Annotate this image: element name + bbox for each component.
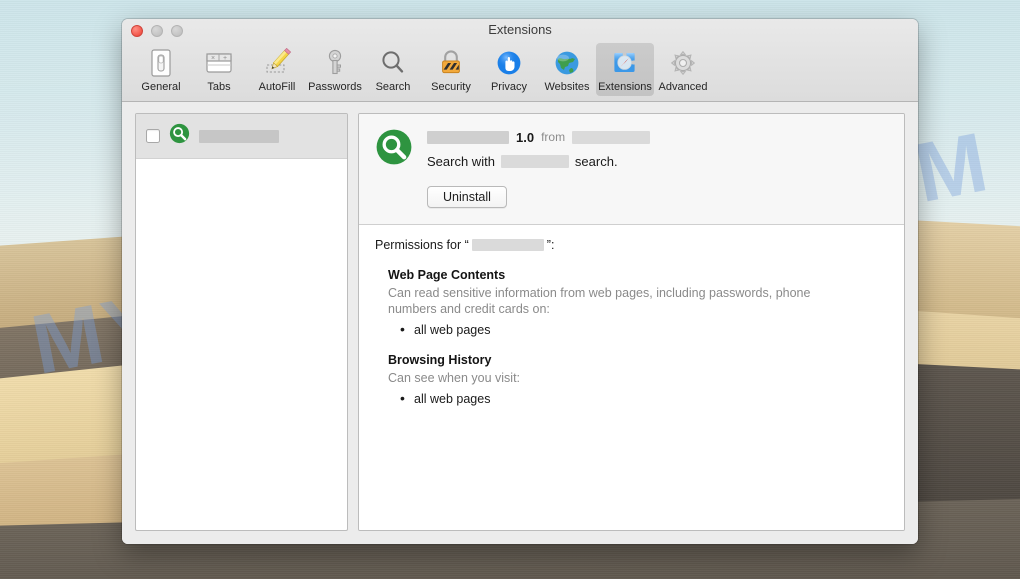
- toolbar-label-privacy: Privacy: [481, 81, 537, 93]
- permission-group-web-page-contents: Web Page Contents Can read sensitive inf…: [388, 268, 888, 339]
- extension-description-redacted: [501, 155, 569, 168]
- toolbar-item-privacy[interactable]: Privacy: [480, 43, 538, 96]
- zoom-button[interactable]: [171, 25, 183, 37]
- permissions-heading: Permissions for “ ”:: [375, 238, 888, 252]
- toolbar-item-passwords[interactable]: Passwords: [306, 43, 364, 96]
- permission-group-browsing-history: Browsing History Can see when you visit:…: [388, 353, 888, 408]
- toolbar-label-autofill: AutoFill: [249, 81, 305, 93]
- toolbar-label-search: Search: [365, 81, 421, 93]
- security-icon: [423, 46, 479, 80]
- permission-scope-list: all web pages: [388, 321, 888, 339]
- window-controls: [131, 25, 183, 37]
- extensions-pane: 1.0 from Search with search. Uninstall P…: [122, 102, 918, 544]
- toolbar-item-search[interactable]: Search: [364, 43, 422, 96]
- extensions-list[interactable]: [135, 113, 348, 531]
- preferences-toolbar: General × + Tabs: [122, 41, 918, 99]
- permission-subtitle: Can read sensitive information from web …: [388, 285, 820, 317]
- toolbar-label-extensions: Extensions: [597, 81, 653, 93]
- uninstall-button[interactable]: Uninstall: [427, 186, 507, 208]
- search-icon: [365, 46, 421, 80]
- list-item[interactable]: [136, 114, 347, 159]
- list-item: all web pages: [388, 390, 888, 408]
- extensions-preferences-window: Extensions General: [122, 19, 918, 544]
- general-icon: [133, 46, 189, 80]
- svg-text:×: ×: [211, 55, 215, 62]
- toolbar-item-tabs[interactable]: × + Tabs: [190, 43, 248, 96]
- toolbar-label-advanced: Advanced: [655, 81, 711, 93]
- green-search-extension-icon: [375, 128, 413, 208]
- extension-detail-panel: 1.0 from Search with search. Uninstall P…: [358, 113, 905, 531]
- extension-description-suffix: search.: [575, 154, 618, 169]
- toolbar-label-general: General: [133, 81, 189, 93]
- autofill-icon: [249, 46, 305, 80]
- websites-icon: [539, 46, 595, 80]
- extensions-icon: [597, 46, 653, 80]
- extension-author-redacted: [572, 131, 650, 144]
- toolbar-label-passwords: Passwords: [307, 81, 363, 93]
- permission-subtitle: Can see when you visit:: [388, 370, 820, 386]
- extension-name-redacted: [427, 131, 509, 144]
- window-title: Extensions: [122, 19, 918, 41]
- permission-title: Web Page Contents: [388, 268, 888, 282]
- list-item: all web pages: [388, 321, 888, 339]
- window-titlebar: Extensions: [122, 19, 918, 41]
- extension-name-redacted: [199, 130, 279, 143]
- advanced-icon: [655, 46, 711, 80]
- toolbar-item-general[interactable]: General: [132, 43, 190, 96]
- passwords-icon: [307, 46, 363, 80]
- extension-from-label: from: [541, 130, 565, 144]
- permissions-heading-suffix: ”:: [547, 238, 555, 252]
- permissions-heading-prefix: Permissions for “: [375, 238, 469, 252]
- toolbar-item-websites[interactable]: Websites: [538, 43, 596, 96]
- toolbar-label-security: Security: [423, 81, 479, 93]
- toolbar-item-security[interactable]: Security: [422, 43, 480, 96]
- svg-text:+: +: [223, 55, 227, 62]
- extension-enabled-checkbox[interactable]: [146, 129, 160, 143]
- toolbar-label-websites: Websites: [539, 81, 595, 93]
- privacy-icon: [481, 46, 537, 80]
- minimize-button[interactable]: [151, 25, 163, 37]
- toolbar-item-extensions[interactable]: Extensions: [596, 43, 654, 96]
- close-button[interactable]: [131, 25, 143, 37]
- extension-summary: 1.0 from Search with search. Uninstall: [359, 114, 904, 225]
- permission-title: Browsing History: [388, 353, 888, 367]
- toolbar-item-advanced[interactable]: Advanced: [654, 43, 712, 96]
- green-search-extension-icon: [169, 123, 190, 149]
- tabs-icon: × +: [191, 46, 247, 80]
- extension-version: 1.0: [516, 130, 534, 145]
- extension-description: Search with search.: [427, 154, 888, 169]
- extension-permissions: Permissions for “ ”: Web Page Contents C…: [359, 225, 904, 530]
- window-chrome: Extensions General: [122, 19, 918, 102]
- permissions-name-redacted: [472, 239, 544, 251]
- extension-description-prefix: Search with: [427, 154, 495, 169]
- toolbar-item-autofill[interactable]: AutoFill: [248, 43, 306, 96]
- permission-scope-list: all web pages: [388, 390, 888, 408]
- toolbar-label-tabs: Tabs: [191, 81, 247, 93]
- extension-title-row: 1.0 from: [427, 130, 888, 144]
